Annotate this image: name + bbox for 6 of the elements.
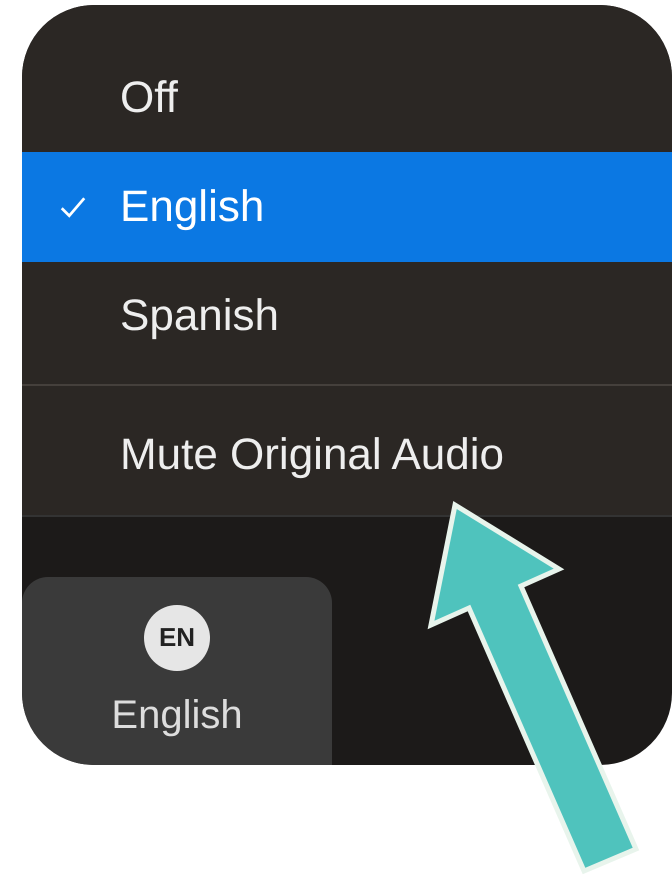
- language-badge: EN: [144, 604, 210, 670]
- menu-item[interactable]: Mute Original Audio: [22, 396, 672, 515]
- menu-item[interactable]: English: [22, 152, 672, 262]
- language-button[interactable]: EN English: [22, 577, 332, 765]
- menu-item[interactable]: Off: [22, 43, 672, 152]
- menu-item[interactable]: Spanish: [22, 262, 672, 371]
